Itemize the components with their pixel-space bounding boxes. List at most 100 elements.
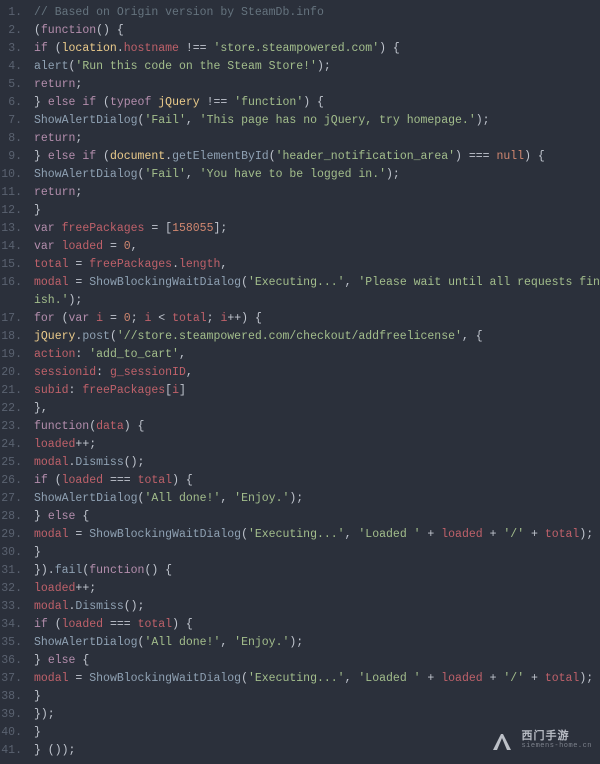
code-content: }, bbox=[30, 400, 600, 418]
line-number: 15. bbox=[0, 256, 30, 274]
code-content: modal.Dismiss(); bbox=[30, 454, 600, 472]
code-content: } else { bbox=[30, 508, 600, 526]
code-content: total = freePackages.length, bbox=[30, 256, 600, 274]
code-content: } else { bbox=[30, 652, 600, 670]
line-number: 36. bbox=[0, 652, 30, 670]
code-line: 2.(function() { bbox=[0, 22, 600, 40]
code-line: 30.} bbox=[0, 544, 600, 562]
watermark-logo-icon bbox=[489, 728, 515, 754]
code-line: 34.if (loaded === total) { bbox=[0, 616, 600, 634]
line-number: 13. bbox=[0, 220, 30, 238]
code-line: 29.modal = ShowBlockingWaitDialog('Execu… bbox=[0, 526, 600, 544]
code-content: action: 'add_to_cart', bbox=[30, 346, 600, 364]
code-content: return; bbox=[30, 184, 600, 202]
code-line: 20.sessionid: g_sessionID, bbox=[0, 364, 600, 382]
code-content: if (location.hostname !== 'store.steampo… bbox=[30, 40, 600, 58]
line-number: 7. bbox=[0, 112, 30, 130]
line-number: 29. bbox=[0, 526, 30, 544]
code-content: var loaded = 0, bbox=[30, 238, 600, 256]
code-line: 1.// Based on Origin version by SteamDb.… bbox=[0, 4, 600, 22]
watermark: 西门手游 siemens-home.cn bbox=[489, 728, 592, 754]
line-number: 3. bbox=[0, 40, 30, 58]
line-number: 12. bbox=[0, 202, 30, 220]
code-line: 33.modal.Dismiss(); bbox=[0, 598, 600, 616]
code-content: } bbox=[30, 544, 600, 562]
code-line: 38.} bbox=[0, 688, 600, 706]
line-number: 26. bbox=[0, 472, 30, 490]
line-number: 37. bbox=[0, 670, 30, 688]
line-number: 16. bbox=[0, 274, 30, 310]
code-content: } bbox=[30, 202, 600, 220]
line-number: 18. bbox=[0, 328, 30, 346]
code-line: 23.function(data) { bbox=[0, 418, 600, 436]
code-content: } bbox=[30, 688, 600, 706]
code-line: 4.alert('Run this code on the Steam Stor… bbox=[0, 58, 600, 76]
code-content: modal = ShowBlockingWaitDialog('Executin… bbox=[30, 670, 600, 688]
line-number: 41. bbox=[0, 742, 30, 760]
code-content: }); bbox=[30, 706, 600, 724]
code-block: 1.// Based on Origin version by SteamDb.… bbox=[0, 0, 600, 764]
line-number: 24. bbox=[0, 436, 30, 454]
code-content: function(data) { bbox=[30, 418, 600, 436]
code-line: 32.loaded++; bbox=[0, 580, 600, 598]
line-number: 21. bbox=[0, 382, 30, 400]
code-line: 39.}); bbox=[0, 706, 600, 724]
line-number: 23. bbox=[0, 418, 30, 436]
code-content: sessionid: g_sessionID, bbox=[30, 364, 600, 382]
code-content: } else if (document.getElementById('head… bbox=[30, 148, 600, 166]
code-content: loaded++; bbox=[30, 436, 600, 454]
code-line: 28.} else { bbox=[0, 508, 600, 526]
line-number: 14. bbox=[0, 238, 30, 256]
line-number: 17. bbox=[0, 310, 30, 328]
line-number: 5. bbox=[0, 76, 30, 94]
line-number: 20. bbox=[0, 364, 30, 382]
line-number: 10. bbox=[0, 166, 30, 184]
code-line: 36.} else { bbox=[0, 652, 600, 670]
code-line: 37.modal = ShowBlockingWaitDialog('Execu… bbox=[0, 670, 600, 688]
line-number: 19. bbox=[0, 346, 30, 364]
code-line: 19.action: 'add_to_cart', bbox=[0, 346, 600, 364]
watermark-domain: siemens-home.cn bbox=[521, 743, 592, 750]
code-line: 15.total = freePackages.length, bbox=[0, 256, 600, 274]
code-content: (function() { bbox=[30, 22, 600, 40]
code-line: 11.return; bbox=[0, 184, 600, 202]
code-content: modal = ShowBlockingWaitDialog('Executin… bbox=[30, 526, 600, 544]
code-content: if (loaded === total) { bbox=[30, 616, 600, 634]
line-number: 39. bbox=[0, 706, 30, 724]
code-content: modal = ShowBlockingWaitDialog('Executin… bbox=[30, 274, 600, 310]
line-number: 40. bbox=[0, 724, 30, 742]
line-number: 1. bbox=[0, 4, 30, 22]
code-content: return; bbox=[30, 130, 600, 148]
line-number: 33. bbox=[0, 598, 30, 616]
line-number: 35. bbox=[0, 634, 30, 652]
line-number: 6. bbox=[0, 94, 30, 112]
code-line: 35.ShowAlertDialog('All done!', 'Enjoy.'… bbox=[0, 634, 600, 652]
line-number: 31. bbox=[0, 562, 30, 580]
code-content: ShowAlertDialog('Fail', 'This page has n… bbox=[30, 112, 600, 130]
code-line: 17.for (var i = 0; i < total; i++) { bbox=[0, 310, 600, 328]
code-content: modal.Dismiss(); bbox=[30, 598, 600, 616]
line-number: 8. bbox=[0, 130, 30, 148]
code-content: return; bbox=[30, 76, 600, 94]
code-line: 10.ShowAlertDialog('Fail', 'You have to … bbox=[0, 166, 600, 184]
code-line: 14.var loaded = 0, bbox=[0, 238, 600, 256]
code-content: alert('Run this code on the Steam Store!… bbox=[30, 58, 600, 76]
code-line: 25.modal.Dismiss(); bbox=[0, 454, 600, 472]
line-number: 38. bbox=[0, 688, 30, 706]
code-line: 31.}).fail(function() { bbox=[0, 562, 600, 580]
line-number: 27. bbox=[0, 490, 30, 508]
code-line: 5.return; bbox=[0, 76, 600, 94]
code-line: 3.if (location.hostname !== 'store.steam… bbox=[0, 40, 600, 58]
code-line: 26.if (loaded === total) { bbox=[0, 472, 600, 490]
code-line: 24.loaded++; bbox=[0, 436, 600, 454]
code-content: }).fail(function() { bbox=[30, 562, 600, 580]
line-number: 22. bbox=[0, 400, 30, 418]
code-content: ShowAlertDialog('All done!', 'Enjoy.'); bbox=[30, 490, 600, 508]
code-line: 21.subid: freePackages[i] bbox=[0, 382, 600, 400]
line-number: 4. bbox=[0, 58, 30, 76]
line-number: 11. bbox=[0, 184, 30, 202]
code-content: jQuery.post('//store.steampowered.com/ch… bbox=[30, 328, 600, 346]
code-content: ShowAlertDialog('Fail', 'You have to be … bbox=[30, 166, 600, 184]
code-content: // Based on Origin version by SteamDb.in… bbox=[30, 4, 600, 22]
code-content: if (loaded === total) { bbox=[30, 472, 600, 490]
